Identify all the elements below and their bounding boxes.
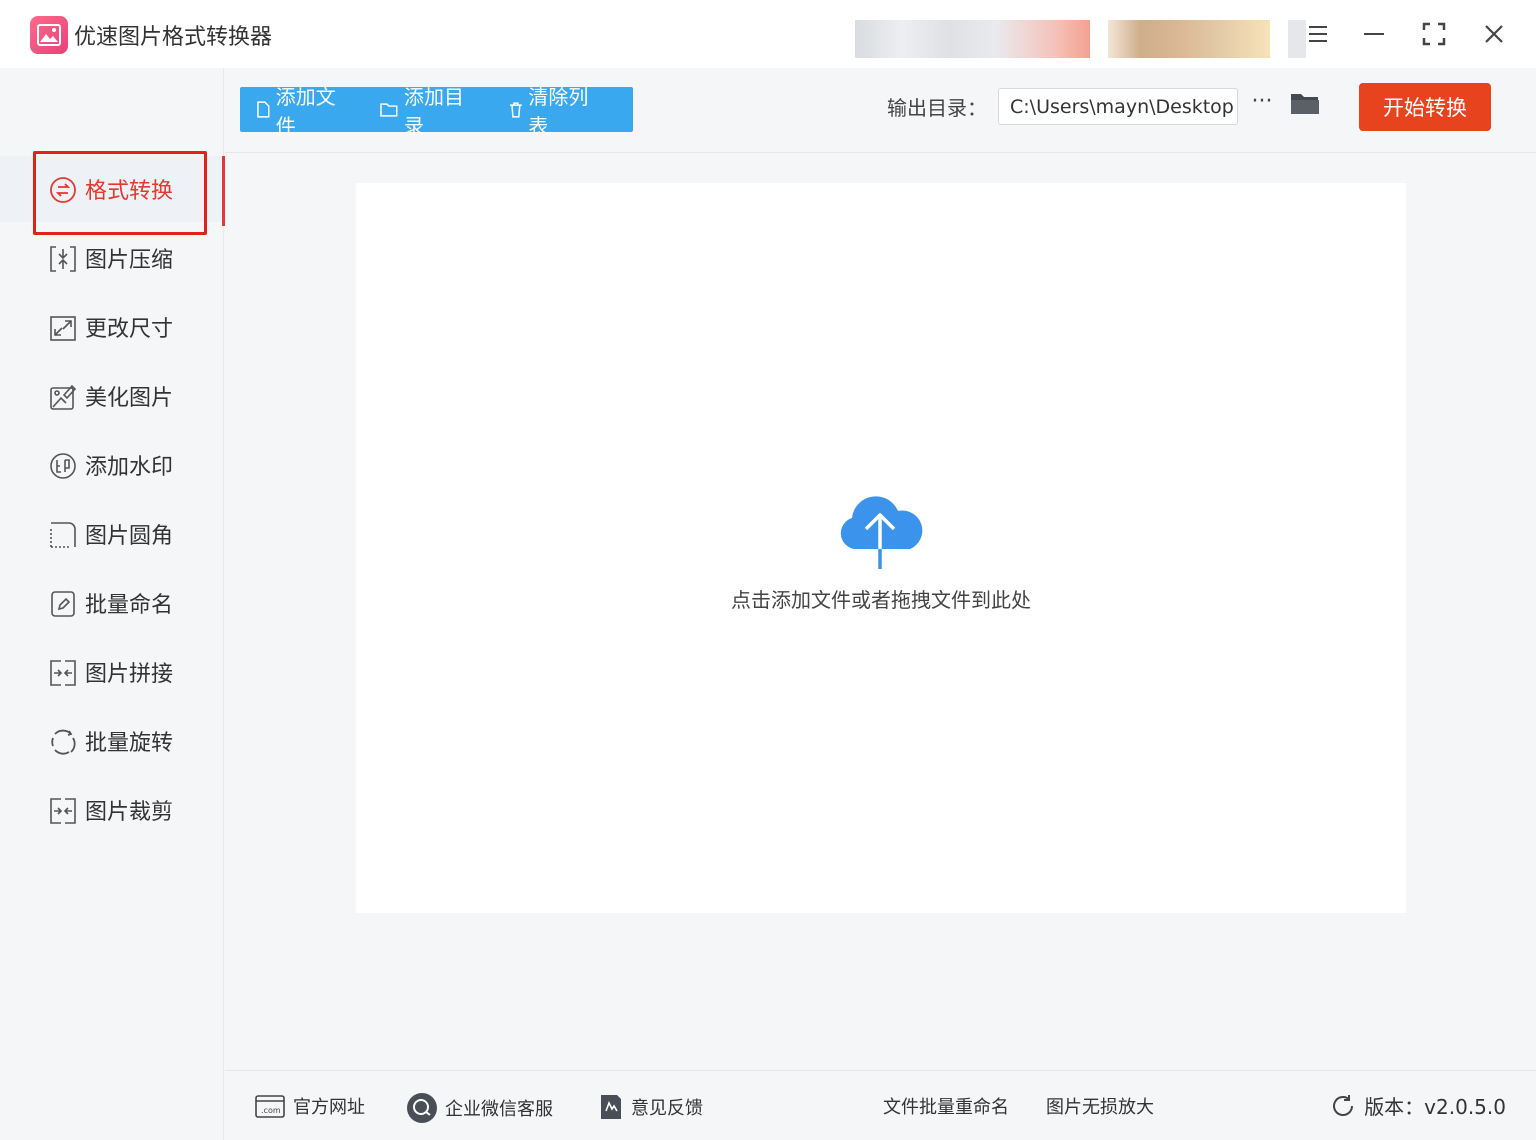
output-dir-input[interactable]: [998, 88, 1238, 125]
feedback-icon: [601, 1095, 621, 1119]
version-label: 版本：v2.0.5.0: [1364, 1095, 1506, 1119]
website-icon: .com: [255, 1095, 285, 1118]
beautify-icon: [49, 383, 77, 411]
clear-list-button[interactable]: 清除列表: [509, 81, 607, 139]
sidebar-item-batch-rename[interactable]: 批量命名: [0, 570, 224, 636]
app-logo-icon: [30, 16, 68, 54]
splice-icon: [49, 659, 77, 687]
close-icon[interactable]: [1474, 14, 1514, 54]
output-dir-label: 输出目录：: [887, 96, 987, 120]
maximize-icon[interactable]: [1414, 14, 1454, 54]
feedback-link[interactable]: 意见反馈: [599, 1093, 703, 1121]
refresh-icon: [1333, 1094, 1354, 1116]
sidebar-item-resize[interactable]: 更改尺寸: [0, 294, 224, 360]
toolbar: 添加文件 添加目录 清除列表 输出目录： ··· 开始转换: [225, 68, 1536, 153]
more-options-button[interactable]: ···: [1247, 90, 1277, 120]
resize-icon: [49, 314, 77, 342]
file-actions-group: 添加文件 添加目录 清除列表: [240, 85, 633, 138]
sidebar: 格式转换 图片压缩 更改尺寸 美化图片 添加水印 图片圆角 批量命名 图片拼接 …: [0, 68, 225, 1140]
sidebar-item-label: 更改尺寸: [85, 317, 174, 342]
sidebar-item-splice[interactable]: 图片拼接: [0, 639, 224, 705]
wechat-support-link[interactable]: 企业微信客服: [407, 1093, 553, 1123]
add-folder-label: 添加目录: [404, 84, 465, 138]
highlight-box: [33, 151, 207, 235]
sidebar-item-label: 图片压缩: [85, 248, 174, 273]
cloud-upload-icon: [836, 493, 926, 571]
title-bar: 优速图片格式转换器: [0, 0, 1536, 68]
wechat-label: 企业微信客服: [445, 1099, 553, 1120]
add-file-label: 添加文件: [275, 84, 336, 138]
upscale-label: 图片无损放大: [1046, 1097, 1154, 1118]
sidebar-item-label: 添加水印: [85, 455, 174, 480]
sidebar-item-rotate[interactable]: 批量旋转: [0, 708, 224, 774]
batch-rename-link[interactable]: 文件批量重命名: [883, 1093, 1009, 1119]
trash-icon: [509, 102, 522, 118]
add-folder-button[interactable]: 添加目录: [380, 81, 482, 139]
sidebar-item-label: 图片圆角: [85, 524, 174, 549]
upscale-link[interactable]: 图片无损放大: [1046, 1093, 1154, 1119]
crop-icon: [49, 797, 77, 825]
start-convert-button[interactable]: 开始转换: [1359, 83, 1491, 131]
active-indicator: [222, 156, 225, 226]
feedback-label: 意见反馈: [631, 1098, 703, 1119]
open-folder-icon[interactable]: [1290, 90, 1322, 120]
sidebar-item-crop[interactable]: 图片裁剪: [0, 777, 224, 843]
folder-outline-icon: [380, 103, 398, 117]
sidebar-item-label: 图片拼接: [85, 662, 174, 687]
website-label: 官方网址: [293, 1097, 365, 1118]
version-info[interactable]: 版本：v2.0.5.0: [1330, 1091, 1506, 1120]
add-file-button[interactable]: 添加文件: [256, 81, 354, 139]
watermark-icon: [49, 452, 77, 480]
sidebar-item-label: 批量旋转: [85, 731, 174, 756]
rounded-corner-icon: [49, 521, 77, 549]
wechat-icon: [407, 1093, 437, 1123]
blurred-account-area: [855, 20, 1090, 58]
sidebar-item-label: 批量命名: [85, 593, 174, 618]
compress-icon: [49, 245, 77, 273]
sidebar-item-rounded-corner[interactable]: 图片圆角: [0, 501, 224, 567]
batch-rename-label: 文件批量重命名: [883, 1097, 1009, 1118]
website-link[interactable]: .com 官方网址: [255, 1093, 365, 1119]
drop-hint: 点击添加文件或者拖拽文件到此处: [731, 588, 1031, 612]
file-icon: [257, 101, 270, 118]
minimize-icon[interactable]: [1354, 14, 1394, 54]
clear-list-label: 清除列表: [528, 84, 589, 138]
file-drop-area[interactable]: 点击添加文件或者拖拽文件到此处: [356, 183, 1406, 913]
app-title: 优速图片格式转换器: [74, 25, 273, 50]
sidebar-item-label: 美化图片: [85, 386, 174, 411]
footer: .com 官方网址 企业微信客服 意见反馈 文件批量重命名 图片无损放大 版本：…: [225, 1070, 1536, 1140]
rotate-icon: [49, 728, 77, 756]
sidebar-item-beautify[interactable]: 美化图片: [0, 363, 224, 429]
sidebar-item-watermark[interactable]: 添加水印: [0, 432, 224, 498]
sidebar-item-label: 图片裁剪: [85, 800, 174, 825]
blurred-avatar-area: [1108, 20, 1270, 58]
rename-icon: [49, 590, 77, 618]
menu-icon[interactable]: [1298, 14, 1338, 54]
svg-text:.com: .com: [261, 1106, 281, 1115]
